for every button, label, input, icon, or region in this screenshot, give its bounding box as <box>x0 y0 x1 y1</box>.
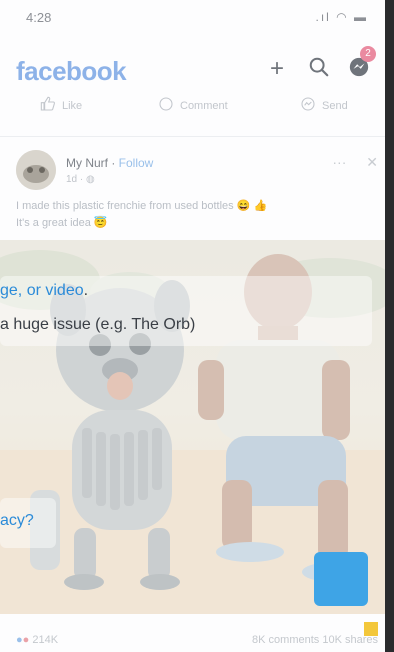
caption-line-2: It's a great idea 😇 <box>16 217 108 229</box>
globe-icon: ◍ <box>86 174 95 185</box>
caption-line-1: I made this plastic frenchie from used b… <box>16 200 268 212</box>
status-icons: .ıl ◠ ▬ <box>315 10 368 24</box>
facebook-logo[interactable]: facebook <box>16 56 127 87</box>
send-icon <box>300 96 316 115</box>
overlay-line-1-tail: . <box>83 282 89 299</box>
blue-action-button[interactable] <box>314 552 368 606</box>
overlay-line-3: acy? <box>0 512 34 530</box>
comments-count[interactable]: 8K comments <box>252 634 319 646</box>
yellow-marker <box>364 622 378 636</box>
status-bar: 4:28 .ıl ◠ ▬ <box>0 0 394 38</box>
post-time: 1d · <box>66 174 87 185</box>
battery-icon: ▬ <box>354 10 368 24</box>
overlay-line-2: a huge issue (e.g. The Orb) <box>0 316 196 333</box>
scrollbar[interactable] <box>385 0 394 652</box>
like-label: Like <box>62 99 83 112</box>
comment-icon <box>158 96 174 115</box>
comment-label: Comment <box>180 99 228 112</box>
post-author-line: My Nurf · Follow <box>66 156 153 170</box>
avatar[interactable] <box>16 150 56 190</box>
post-tools: ··· ✕ <box>332 154 378 171</box>
engagement-counts: 8K comments 10K shares <box>252 634 378 646</box>
status-time: 4:28 <box>26 10 52 25</box>
overlay-link-3[interactable]: acy? <box>0 512 34 529</box>
like-reaction-icon: ● <box>16 634 23 646</box>
reactions[interactable]: ●● 214K <box>16 634 58 646</box>
phone-screen: 4:28 .ıl ◠ ▬ facebook + 2 Like Comment S… <box>0 0 394 652</box>
messenger-badge: 2 <box>360 46 376 62</box>
like-button[interactable]: Like <box>40 96 82 115</box>
post-header: My Nurf · Follow 1d · ◍ ··· ✕ <box>16 150 378 196</box>
divider <box>0 136 394 137</box>
post-actions: Like Comment Send <box>0 96 394 124</box>
overlay-line-1: ge, or video. <box>0 282 88 300</box>
love-reaction-icon: ● <box>22 634 30 646</box>
thumbs-up-icon <box>40 96 56 115</box>
search-icon[interactable] <box>306 56 332 82</box>
facebook-header: facebook + 2 <box>0 38 394 94</box>
plus-icon[interactable]: + <box>264 56 290 82</box>
signal-icon: .ıl <box>315 10 331 24</box>
post-meta: 1d · ◍ <box>66 174 95 185</box>
send-label: Send <box>322 99 348 112</box>
wifi-icon: ◠ <box>336 10 349 24</box>
follow-link[interactable]: Follow <box>119 156 154 170</box>
overlay-link-1[interactable]: ge, or video <box>0 282 84 299</box>
close-icon[interactable]: ✕ <box>366 154 378 170</box>
reactions-count: 214K <box>32 634 59 646</box>
post-caption: I made this plastic frenchie from used b… <box>16 198 374 232</box>
more-options-icon[interactable]: ··· <box>332 154 346 170</box>
author-name[interactable]: My Nurf <box>66 156 108 170</box>
send-button[interactable]: Send <box>300 96 348 115</box>
post-stats: ●● 214K 8K comments 10K shares <box>16 634 378 646</box>
comment-button[interactable]: Comment <box>158 96 228 115</box>
messenger-icon[interactable]: 2 <box>346 46 376 82</box>
separator-dot: · <box>108 156 119 170</box>
